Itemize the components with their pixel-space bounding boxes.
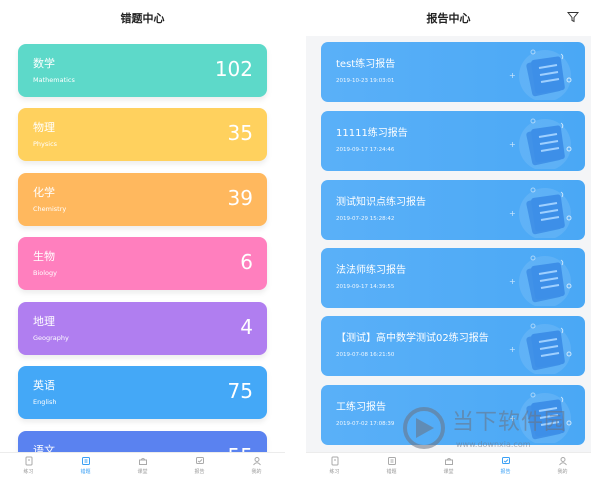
- tab-label: 报告: [194, 469, 205, 475]
- subject-name: 化学: [33, 186, 55, 199]
- report-date: 2019-07-08 16:21:50: [336, 352, 395, 358]
- page-title: 错题中心: [120, 12, 165, 25]
- subject-name: 地理: [33, 315, 55, 328]
- subject-card[interactable]: 物理 Physics 35: [18, 108, 267, 161]
- report-document-icon: +: [509, 118, 572, 169]
- wrong-question-count: 75: [227, 379, 253, 403]
- report-card[interactable]: + 【测试】高中数学测试02练习报告 2019-07-08 16:21:50: [321, 316, 585, 376]
- wrong-questions-icon: [387, 457, 396, 465]
- tab-report[interactable]: 报告: [171, 453, 228, 478]
- report-card[interactable]: + 法法师练习报告 2019-09-17 14:39:55: [321, 248, 585, 308]
- watermark-text: 当下软件园: [452, 410, 568, 435]
- wrong-question-count: 6: [240, 250, 253, 274]
- report-name: 【测试】高中数学测试02练习报告: [336, 333, 489, 344]
- report-date: 2019-07-29 15:28:42: [336, 216, 395, 222]
- report-card[interactable]: + test练习报告 2019-10-23 19:03:01: [321, 42, 585, 102]
- report-date: 2019-09-17 14:39:55: [336, 284, 395, 290]
- watermark-url: www.downxia.com: [456, 440, 531, 449]
- report-name: 工练习报告: [336, 402, 386, 413]
- report-document-icon: +: [509, 323, 572, 374]
- subject-card[interactable]: 英语 English 75: [18, 366, 267, 419]
- report-card[interactable]: +11111练习报告 2019-09-17 17:24:46: [321, 111, 585, 171]
- subject-name: 物理: [33, 121, 55, 134]
- tab-classroom[interactable]: 课堂: [114, 453, 171, 478]
- report-document-icon: +: [509, 49, 572, 100]
- panel-divider: [285, 0, 306, 478]
- report-name: 测试知识点练习报告: [336, 197, 426, 208]
- tab-label: 课堂: [443, 469, 454, 475]
- report-name: 11111练习报告: [336, 128, 408, 139]
- watermark-logo: [403, 407, 445, 449]
- wrong-question-count: 35: [227, 121, 253, 145]
- tab-profile[interactable]: 我的: [228, 453, 285, 478]
- tab-label: 练习: [23, 469, 34, 475]
- wrong-question-count: 39: [227, 186, 253, 210]
- tab-label: 我的: [251, 469, 262, 475]
- report-name: 法法师练习报告: [336, 265, 406, 276]
- report-name: test练习报告: [336, 59, 396, 70]
- tab-wrong-questions[interactable]: 错题: [57, 453, 114, 478]
- subject-english-name: Biology: [33, 269, 57, 277]
- tab-practice[interactable]: 练习: [0, 453, 57, 478]
- report-document-icon: +: [509, 187, 572, 238]
- wrong-question-count: 102: [214, 57, 253, 81]
- tab-label: 练习: [329, 469, 340, 475]
- wrong-question-count: 4: [240, 315, 253, 339]
- svg-text:+: +: [509, 140, 516, 149]
- wrong-questions-screen: 错题中心 数学 Mathematics 102 物理 Physics 35 化学 Chemis…: [0, 0, 285, 478]
- report-date: 2019-10-23 19:03:01: [336, 78, 395, 84]
- subject-card[interactable]: 生物 Biology 6: [18, 237, 267, 290]
- watermark: 当下软件园 www.downxia.com: [402, 400, 587, 462]
- practice-icon: [331, 456, 338, 466]
- subject-card[interactable]: 化学 Chemistry 39: [18, 173, 267, 226]
- svg-text:+: +: [509, 345, 516, 354]
- tab-label: 课堂: [137, 469, 148, 475]
- bottom-tab-bar: 练习 错题 课堂 报告 我的: [0, 452, 285, 478]
- classroom-icon: [138, 458, 147, 465]
- tab-label: 错题: [386, 469, 397, 475]
- profile-icon: [252, 457, 261, 466]
- report-card[interactable]: + 测试知识点练习报告 2019-07-29 15:28:42: [321, 180, 585, 240]
- report-date: 2019-07-02 17:08:39: [336, 421, 395, 427]
- wrong-questions-icon: [81, 457, 90, 465]
- tab-label: 错题: [80, 469, 91, 475]
- subject-name: 数学: [33, 57, 55, 70]
- svg-text:+: +: [509, 71, 516, 80]
- subject-english-name: Geography: [33, 334, 69, 342]
- subject-english-name: Chemistry: [33, 205, 67, 213]
- filter-icon[interactable]: [567, 11, 579, 23]
- tab-label: 报告: [500, 469, 511, 475]
- subject-name: 生物: [33, 250, 55, 263]
- subject-card[interactable]: 数学 Mathematics 102: [18, 44, 267, 97]
- subject-english-name: Mathematics: [33, 76, 75, 84]
- page-title: 报告中心: [426, 12, 471, 25]
- subject-english-name: English: [33, 398, 57, 406]
- practice-icon: [25, 456, 32, 466]
- subject-name: 英语: [33, 379, 55, 392]
- tab-practice[interactable]: 练习: [306, 453, 363, 478]
- tab-label: 我的: [557, 469, 568, 475]
- subject-english-name: Physics: [33, 140, 58, 148]
- screenshot: 错题中心 数学 Mathematics 102 物理 Physics 35 化学 Chemis…: [0, 0, 591, 478]
- report-date: 2019-09-17 17:24:46: [336, 147, 395, 153]
- svg-text:+: +: [509, 209, 516, 218]
- svg-text:+: +: [509, 277, 516, 286]
- report-document-icon: +: [509, 255, 572, 306]
- report-icon: [195, 457, 204, 464]
- subject-card[interactable]: 地理 Geography 4: [18, 302, 267, 355]
